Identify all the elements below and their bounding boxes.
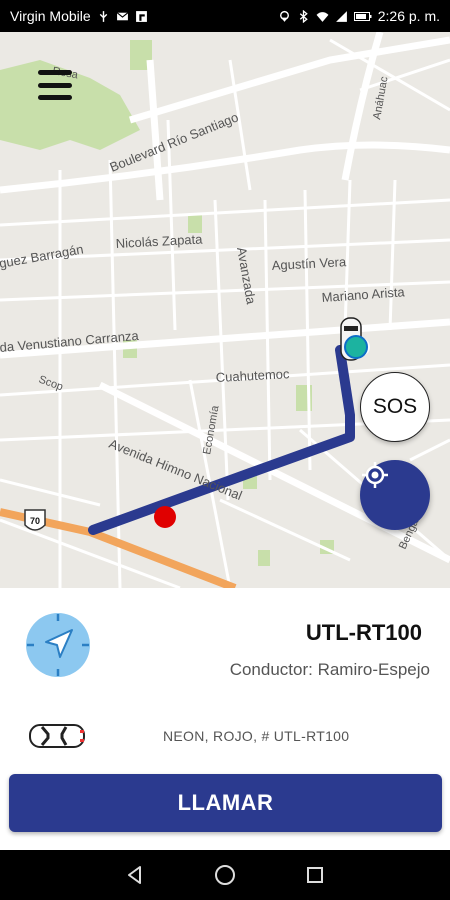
carrier-name: Virgin Mobile xyxy=(10,8,91,24)
flipboard-icon xyxy=(135,10,147,22)
highway-shield: 70 xyxy=(24,509,46,531)
driver-name: Conductor: Ramiro-Espejo xyxy=(229,660,430,679)
street-label-zapata: Nicolás Zapata xyxy=(115,231,203,251)
bluetooth-icon xyxy=(299,9,308,23)
street-label-avanzada: Avanzada xyxy=(234,246,259,306)
park-area xyxy=(188,215,202,233)
street-label-cuauhtemoc: Cuahutemoc xyxy=(215,366,290,385)
home-button[interactable] xyxy=(213,863,237,887)
system-nav-bar xyxy=(0,850,450,900)
menu-bar xyxy=(38,70,72,75)
street-label-anahuac: Anáhuac xyxy=(371,75,390,120)
vehicle-description: NEON, ROJO, # UTL-RT100 xyxy=(163,728,350,744)
street-label-agustin: Agustín Vera xyxy=(271,254,347,273)
menu-bar xyxy=(38,95,72,100)
crosshair-icon xyxy=(362,462,388,488)
call-driver-button[interactable]: LLAMAR xyxy=(9,774,442,832)
clock: 2:26 p. m. xyxy=(377,8,440,24)
license-plate: UTL-RT100 xyxy=(305,620,422,645)
recents-button[interactable] xyxy=(303,863,327,887)
highway-number: 70 xyxy=(30,516,40,526)
usb-icon xyxy=(99,10,107,22)
navigation-arrow-icon xyxy=(26,613,90,677)
location-icon xyxy=(279,10,289,22)
home-icon xyxy=(215,865,235,885)
call-button-label: LLAMAR xyxy=(177,790,274,815)
signal-icon xyxy=(335,10,347,22)
sos-button[interactable]: SOS xyxy=(360,372,430,442)
sos-label: SOS xyxy=(372,395,418,418)
status-bar: Virgin Mobile 2:26 p. m. xyxy=(0,0,450,32)
vehicle-marker xyxy=(340,317,370,361)
map-view[interactable]: 70 Boulevard Río Santiago guez Barragán … xyxy=(0,32,450,588)
back-button[interactable] xyxy=(123,863,147,887)
status-right: 2:26 p. m. xyxy=(278,8,440,24)
status-left: Virgin Mobile xyxy=(10,8,148,24)
destination-marker xyxy=(154,506,176,528)
menu-button[interactable] xyxy=(38,70,72,100)
mail-icon xyxy=(116,11,128,20)
wifi-icon xyxy=(316,11,329,22)
recents-icon xyxy=(307,867,323,883)
back-icon xyxy=(128,866,141,884)
my-location-button[interactable] xyxy=(360,460,430,530)
battery-icon xyxy=(353,11,372,21)
street-label-barragan: guez Barragán xyxy=(0,241,85,271)
menu-bar xyxy=(38,82,72,88)
car-icon xyxy=(29,724,85,748)
park-area xyxy=(258,550,270,566)
